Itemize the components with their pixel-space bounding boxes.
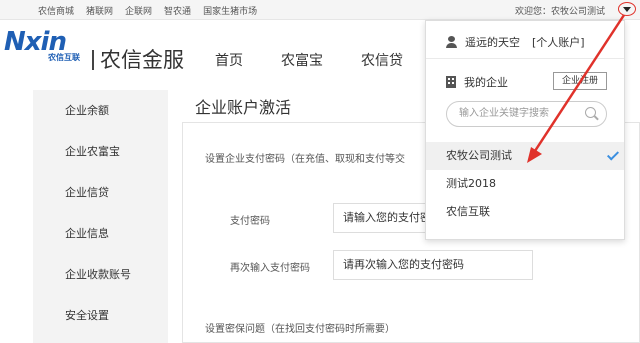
section-security-question-heading: 设置密保问题（在找回支付密码时所需要） xyxy=(205,324,395,335)
company-name: 农信互联 xyxy=(446,205,490,218)
top-links: 农信商城 猪联网 企联网 智农通 国家生猪市场 xyxy=(38,4,269,17)
nav-home[interactable]: 首页 xyxy=(215,50,243,70)
pay-password-label: 支付密码 xyxy=(230,216,270,227)
enterprise-search-input[interactable]: 输入企业关键字搜索 xyxy=(446,101,607,127)
toplink-enterprise-net[interactable]: 企联网 xyxy=(125,4,152,17)
check-icon xyxy=(606,148,620,161)
my-enterprise-label: 我的企业 xyxy=(464,76,508,89)
building-icon xyxy=(446,76,456,88)
sidebar-item-info[interactable]: 企业信息 xyxy=(33,213,168,254)
section-pay-password-heading: 设置企业支付密码（在充值、取现和支付等交 xyxy=(205,154,405,165)
account-dropdown-toggle[interactable] xyxy=(618,2,636,16)
logo[interactable]: Nxin 农信互联 xyxy=(4,28,84,70)
company-name: 测试2018 xyxy=(446,177,496,190)
search-icon[interactable] xyxy=(585,107,596,118)
brand-divider xyxy=(92,50,94,70)
main-nav: 首页 农富宝 农信贷 xyxy=(215,50,441,70)
my-enterprise-row: 我的企业 xyxy=(446,74,508,90)
logo-subtitle: 农信互联 xyxy=(48,53,80,62)
toplink-mall[interactable]: 农信商城 xyxy=(38,4,74,17)
company-item[interactable]: 测试2018 xyxy=(426,170,624,198)
dropdown-divider xyxy=(426,58,624,59)
pay-password-input[interactable]: 请输入您的支付密码 xyxy=(333,203,433,233)
brand-name: 农信金服 xyxy=(100,48,184,72)
sidebar-item-balance[interactable]: 企业余额 xyxy=(33,90,168,131)
personal-account-link[interactable]: [个人账户] xyxy=(532,34,585,50)
nav-nongxindai[interactable]: 农信贷 xyxy=(361,50,403,70)
sidebar: 企业余额 企业农富宝 企业信贷 企业信息 企业收款账号 安全设置 xyxy=(33,90,168,343)
company-name: 农牧公司测试 xyxy=(446,149,512,162)
sidebar-item-security[interactable]: 安全设置 xyxy=(33,295,168,336)
dropdown-user-row: 遥远的天空 [个人账户] xyxy=(446,34,585,50)
enterprise-register-button[interactable]: 企业注册 xyxy=(553,72,607,90)
company-item[interactable]: 农信互联 xyxy=(426,198,624,226)
account-dropdown: 遥远的天空 [个人账户] 我的企业 企业注册 输入企业关键字搜索 农牧公司测试 … xyxy=(425,20,625,240)
repeat-password-input[interactable]: 请再次输入您的支付密码 xyxy=(333,250,533,280)
sidebar-item-receiving-account[interactable]: 企业收款账号 xyxy=(33,254,168,295)
sidebar-item-credit[interactable]: 企业信贷 xyxy=(33,172,168,213)
nav-nongfubao[interactable]: 农富宝 xyxy=(281,50,323,70)
user-icon xyxy=(446,36,457,48)
page-title: 企业账户激活 xyxy=(195,98,292,117)
sidebar-item-nongfubao[interactable]: 企业农富宝 xyxy=(33,131,168,172)
welcome-text: 欢迎您：农牧公司测试 xyxy=(515,7,606,17)
company-item-selected[interactable]: 农牧公司测试 xyxy=(426,142,624,170)
top-bar: 农信商城 猪联网 企联网 智农通 国家生猪市场 欢迎您：农牧公司测试 xyxy=(0,0,640,20)
toplink-pig-net[interactable]: 猪联网 xyxy=(86,4,113,17)
enterprise-search-placeholder: 输入企业关键字搜索 xyxy=(459,108,549,119)
repeat-password-label: 再次输入支付密码 xyxy=(230,263,310,274)
brand-title: 农信金服 xyxy=(92,44,184,74)
toplink-pig-market[interactable]: 国家生猪市场 xyxy=(203,4,257,17)
dropdown-username[interactable]: 遥远的天空 xyxy=(465,34,520,50)
toplink-zhinongtong[interactable]: 智农通 xyxy=(164,4,191,17)
